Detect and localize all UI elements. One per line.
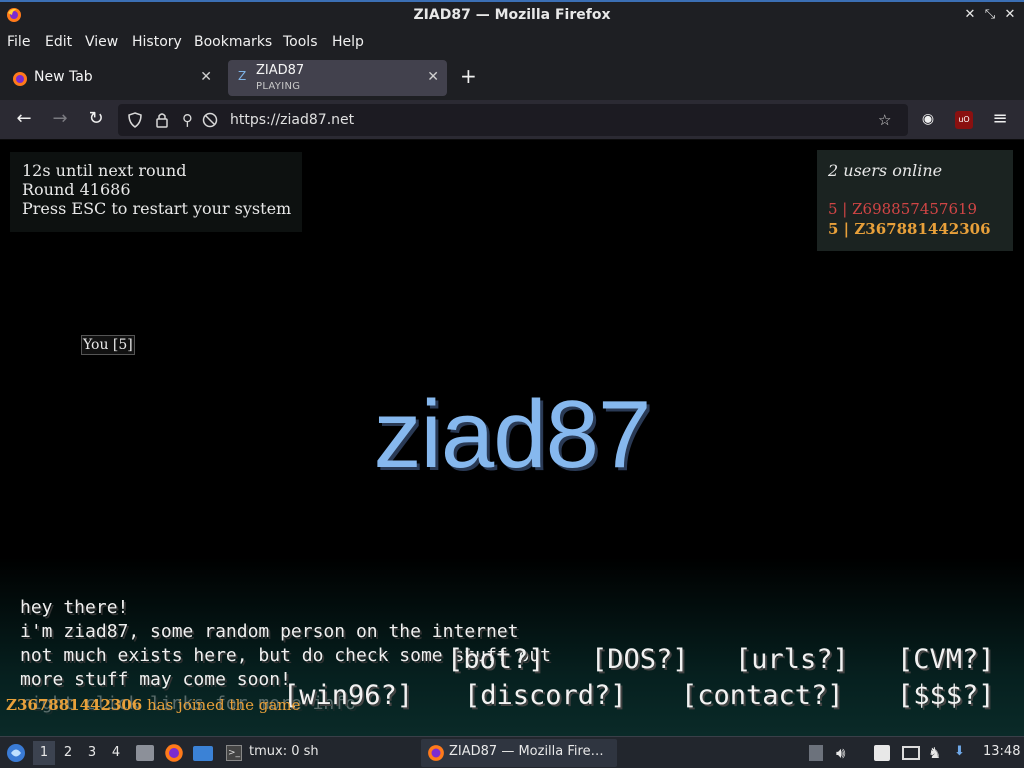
update-icon[interactable]: ⬇ [954, 744, 965, 759]
site-favicon: Z [238, 69, 247, 83]
menu-bookmarks[interactable]: Bookmarks [194, 34, 272, 50]
task-title: ZIAD87 — Mozilla Fire… [449, 744, 604, 759]
joined-user-name: Z367881442306 [6, 696, 143, 714]
user-entry: 5 | Z367881442306 [828, 220, 991, 238]
desktop-icon[interactable] [193, 746, 213, 761]
workspace-2[interactable]: 2 [57, 741, 79, 765]
join-notification: Z367881442306 has joined the game [6, 696, 300, 714]
intro-line: i'm ziad87, some random person on the in… [20, 621, 519, 642]
close-tab-icon[interactable]: ✕ [427, 69, 439, 85]
link-urls[interactable]: [urls?] [735, 644, 849, 675]
round-number: Round 41686 [22, 180, 131, 199]
workspace-1[interactable]: 1 [33, 741, 55, 765]
taskbar-firefox-task[interactable]: ZIAD87 — Mozilla Fire… [421, 739, 617, 767]
link-donate[interactable]: [$$$?] [897, 680, 995, 711]
tab-label: New Tab [34, 69, 93, 85]
user-entry: 5 | Z698857457619 [828, 200, 978, 218]
menu-edit[interactable]: Edit [45, 34, 72, 50]
round-countdown: 12s until next round [22, 161, 187, 180]
firefox-icon[interactable] [164, 743, 184, 763]
window-title: ZIAD87 — Mozilla Firefox [413, 7, 611, 23]
autoplay-blocked-icon[interactable] [202, 112, 218, 128]
intro-line: more stuff may come soon! [20, 669, 291, 690]
navigation-bar: ← → ↻ ⚲ https://ziad87.net ☆ ◉ uO ≡ [0, 100, 1024, 140]
ublock-origin-icon[interactable]: uO [955, 111, 973, 129]
permissions-icon[interactable]: ⚲ [182, 111, 193, 129]
menu-tools[interactable]: Tools [283, 34, 318, 50]
maximize-icon[interactable]: ⤡ [982, 7, 998, 22]
site-logo-heading: ziad87 [373, 381, 652, 488]
forward-button[interactable]: → [48, 108, 72, 132]
users-online-count: 2 users online [828, 161, 943, 180]
intro-line: hey there! [20, 597, 129, 618]
bookmark-star-icon[interactable]: ☆ [878, 111, 891, 129]
close-tab-icon[interactable]: ✕ [200, 69, 212, 85]
link-bot[interactable]: [bot?] [447, 644, 545, 675]
restart-hint: Press ESC to restart your system [22, 199, 292, 218]
menu-history[interactable]: History [132, 34, 182, 50]
taskbar: 1 2 3 4 >_ tmux: 0 sh ZIAD87 — Mozilla F… [0, 736, 1024, 768]
minimize-icon[interactable]: ✕ [962, 7, 978, 22]
link-cvm[interactable]: [CVM?] [897, 644, 995, 675]
new-tab-button[interactable]: + [460, 64, 477, 88]
menu-bar: File Edit View History Bookmarks Tools H… [0, 30, 1024, 56]
firefox-icon [428, 745, 444, 761]
link-contact[interactable]: [contact?] [681, 680, 844, 711]
user-icon[interactable]: ♞ [928, 744, 941, 762]
notes-icon[interactable] [874, 745, 890, 761]
menu-file[interactable]: File [7, 34, 30, 50]
volume-icon[interactable]: 🔊︎ [836, 744, 845, 762]
tab-new-tab[interactable]: New Tab ✕ [2, 60, 220, 96]
back-button[interactable]: ← [12, 108, 36, 132]
network-icon[interactable] [902, 746, 920, 760]
tab-playing-indicator: PLAYING [256, 81, 301, 92]
clock: 13:48 [983, 744, 1021, 759]
workspace-4[interactable]: 4 [105, 741, 127, 765]
url-bar[interactable]: ⚲ https://ziad87.net ☆ [118, 104, 908, 136]
lock-icon[interactable] [155, 112, 169, 128]
tab-strip: New Tab ✕ Z ZIAD87 PLAYING ✕ [0, 56, 1024, 100]
menu-view[interactable]: View [85, 34, 118, 50]
extension-spy-icon[interactable]: ◉ [916, 108, 940, 132]
app-launcher-icon[interactable] [6, 743, 26, 763]
users-online-panel: 2 users online 5 | Z698857457619 5 | Z36… [817, 150, 1013, 251]
url-text: https://ziad87.net [230, 112, 355, 128]
clipboard-icon[interactable] [809, 745, 823, 761]
shield-icon[interactable] [127, 112, 143, 128]
link-discord[interactable]: [discord?] [464, 680, 627, 711]
link-dos[interactable]: [DOS?] [591, 644, 689, 675]
round-info-panel: 12s until next round Round 41686 Press E… [10, 152, 302, 232]
page-content: 12s until next round Round 41686 Press E… [0, 140, 1024, 736]
player-cursor-label: You [5] [81, 335, 135, 355]
reload-button[interactable]: ↻ [84, 108, 108, 132]
tab-ziad87[interactable]: Z ZIAD87 PLAYING ✕ [228, 60, 447, 96]
menu-help[interactable]: Help [332, 34, 364, 50]
tab-label: ZIAD87 [256, 63, 305, 78]
terminal-task[interactable]: tmux: 0 sh [249, 744, 319, 759]
terminal-icon: >_ [226, 745, 242, 761]
file-manager-icon[interactable] [136, 745, 154, 761]
joined-text: has joined the game [142, 696, 301, 714]
hamburger-menu-icon[interactable]: ≡ [988, 108, 1012, 132]
workspace-3[interactable]: 3 [81, 741, 103, 765]
close-icon[interactable]: ✕ [1002, 7, 1018, 22]
link-win96[interactable]: [win96?] [283, 680, 413, 711]
firefox-icon [13, 72, 27, 86]
window-titlebar: ZIAD87 — Mozilla Firefox ✕ ⤡ ✕ [0, 0, 1024, 30]
